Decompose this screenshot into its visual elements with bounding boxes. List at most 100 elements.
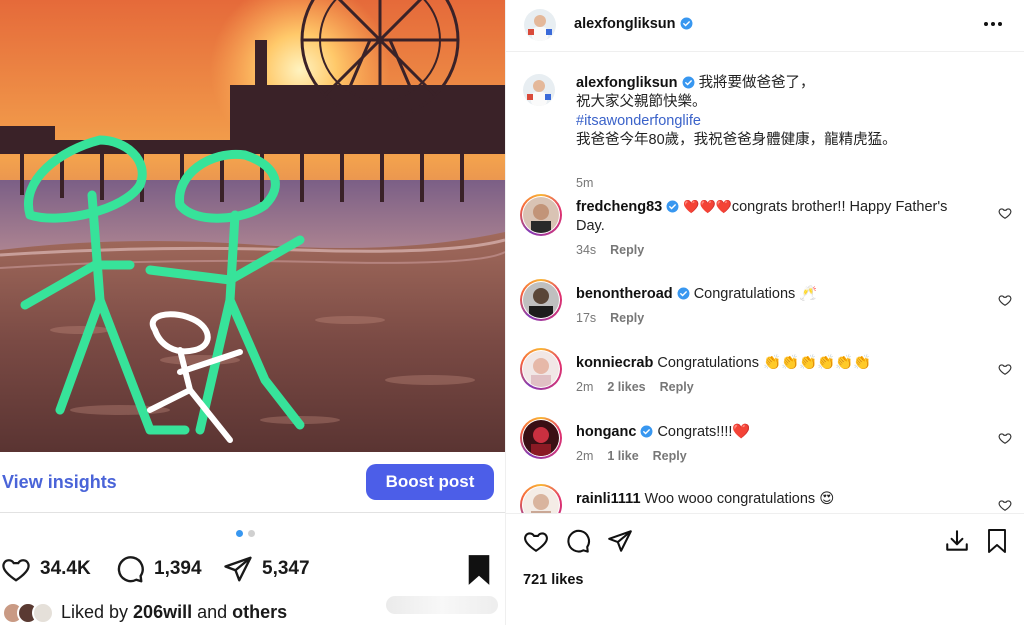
- comments-count: 1,394: [154, 558, 202, 579]
- comment-likes-count[interactable]: 2 likes: [607, 380, 645, 394]
- liked-by-others-link[interactable]: others: [232, 602, 287, 622]
- comment-text: fredcheng83 ❤️❤️❤️congrats brother!! Hap…: [576, 198, 971, 236]
- avatar[interactable]: [523, 282, 559, 318]
- share-icon[interactable]: [607, 528, 633, 554]
- comment-text: honganc Congrats!!!!❤️: [576, 423, 971, 442]
- profile-photo: [523, 74, 555, 106]
- post-media-column: View insights Boost post 34.4K 1,394 5,3…: [0, 0, 505, 625]
- comment-username[interactable]: honganc: [576, 424, 636, 440]
- avatar[interactable]: [523, 351, 559, 387]
- timestamp: 17s: [576, 311, 597, 325]
- liker-avatars[interactable]: [2, 601, 54, 624]
- heart-emoji: ❤️❤️❤️: [683, 200, 732, 215]
- hashtag-link[interactable]: #itsawonderfonglife: [576, 113, 701, 129]
- comments-stat[interactable]: 1,394: [114, 554, 202, 584]
- comment-meta: 2m 2 likes Reply: [576, 380, 708, 394]
- comment-text: konniecrab Congratulations 👏👏👏👏👏👏: [576, 354, 971, 373]
- username-text: alexfongliksun: [574, 16, 676, 32]
- bookmark-icon[interactable]: [985, 528, 1009, 554]
- caption-text: alexfongliksun 我將要做爸爸了， 祝大家父親節快樂。 #itsaw…: [576, 74, 971, 150]
- post-author-username[interactable]: alexfongliksun: [574, 16, 693, 32]
- timestamp: 2m: [576, 380, 594, 394]
- comment-username[interactable]: benontheroad: [576, 286, 673, 302]
- liked-by-prefix: Liked by: [61, 602, 134, 622]
- carousel-indicator: [236, 530, 255, 537]
- timestamp: 2m: [576, 449, 594, 463]
- caption-meta: 5m: [576, 176, 607, 190]
- caption-line: 我爸爸今年80歲，我祝爸爸身體健康，龍精虎猛。: [576, 132, 897, 148]
- verified-icon: [677, 287, 690, 300]
- boost-post-button[interactable]: Boost post: [366, 464, 494, 500]
- comment-meta: 2m 1 like Reply: [576, 449, 701, 463]
- likes-count: 34.4K: [40, 558, 91, 579]
- avatar[interactable]: [524, 9, 556, 41]
- timestamp: 34s: [576, 243, 597, 257]
- liked-by-user-link[interactable]: 206will: [133, 602, 192, 622]
- view-insights-link[interactable]: View insights: [2, 472, 117, 493]
- like-comment-icon[interactable]: [998, 362, 1012, 376]
- caption-username[interactable]: alexfongliksun: [576, 75, 678, 91]
- instagram-post-view: View insights Boost post 34.4K 1,394 5,3…: [0, 0, 1024, 625]
- avatar[interactable]: [523, 74, 555, 106]
- carousel-dot: [248, 530, 255, 537]
- comment-body: Congratulations 👏👏👏👏👏👏: [657, 355, 872, 371]
- caption-line: 我將要做爸爸了，: [698, 75, 815, 91]
- reply-button[interactable]: Reply: [610, 311, 644, 325]
- blurred-region: [386, 596, 498, 614]
- verified-icon: [640, 425, 653, 438]
- comment-icon[interactable]: [565, 528, 591, 554]
- comment-username[interactable]: rainli1111: [576, 491, 641, 507]
- liked-by-text: Liked by 206will and others: [61, 602, 287, 623]
- comments-list[interactable]: alexfongliksun 我將要做爸爸了， 祝大家父親節快樂。 #itsaw…: [506, 53, 1024, 513]
- heart-icon[interactable]: [523, 528, 549, 554]
- verified-icon: [682, 76, 694, 89]
- like-comment-icon[interactable]: [998, 206, 1012, 220]
- caption-line: 祝大家父親節快樂。: [576, 94, 707, 110]
- comment-body: Congrats!!!!❤️: [657, 424, 751, 440]
- download-icon[interactable]: [944, 528, 970, 554]
- reply-button[interactable]: Reply: [610, 243, 644, 257]
- post-image[interactable]: [0, 0, 505, 452]
- avatar: [32, 601, 54, 624]
- comment-meta: 17s Reply: [576, 311, 658, 325]
- comment-username[interactable]: fredcheng83: [576, 199, 662, 215]
- comment-likes-count[interactable]: 1 like: [607, 449, 638, 463]
- timestamp: 5m: [576, 176, 594, 190]
- like-comment-icon[interactable]: [998, 498, 1012, 512]
- reply-button[interactable]: Reply: [660, 380, 694, 394]
- profile-photo: [523, 420, 559, 456]
- like-comment-icon[interactable]: [998, 431, 1012, 445]
- more-options-icon[interactable]: [983, 14, 1003, 34]
- likes-stat[interactable]: 34.4K: [0, 554, 91, 584]
- reply-button[interactable]: Reply: [653, 449, 687, 463]
- comment-body: Congratulations 🥂: [693, 286, 818, 302]
- avatar[interactable]: [523, 420, 559, 456]
- comment-icon: [117, 556, 144, 583]
- share-icon: [224, 556, 252, 582]
- profile-photo: [523, 351, 559, 387]
- carousel-dot-active: [236, 530, 243, 537]
- profile-photo: [523, 197, 559, 233]
- verified-icon: [680, 17, 692, 30]
- liked-by-and: and: [192, 602, 233, 622]
- comments-panel: alexfongliksun alexfongliksun 我將要做爸爸了， 祝…: [505, 0, 1024, 625]
- avatar[interactable]: [523, 197, 559, 233]
- shares-stat[interactable]: 5,347: [222, 554, 310, 584]
- profile-photo: [524, 9, 556, 41]
- pier-sunset-photo: [0, 0, 505, 452]
- profile-photo: [523, 282, 559, 318]
- divider: [0, 512, 505, 513]
- comment-text: benontheroad Congratulations 🥂: [576, 285, 971, 304]
- verified-icon: [666, 200, 679, 213]
- insights-row: View insights Boost post: [0, 458, 505, 510]
- comment-meta: 34s Reply: [576, 243, 658, 257]
- like-comment-icon[interactable]: [998, 293, 1012, 307]
- panel-header: alexfongliksun: [506, 0, 1024, 52]
- bookmark-icon[interactable]: [465, 554, 493, 586]
- post-likes-count[interactable]: 721 likes: [523, 572, 583, 588]
- comment-body: Woo wooo congratulations 😍: [644, 491, 835, 507]
- comment-username[interactable]: konniecrab: [576, 355, 653, 371]
- heart-icon: [2, 559, 30, 582]
- shares-count: 5,347: [262, 558, 310, 579]
- comment-text: rainli1111 Woo wooo congratulations 😍: [576, 490, 971, 509]
